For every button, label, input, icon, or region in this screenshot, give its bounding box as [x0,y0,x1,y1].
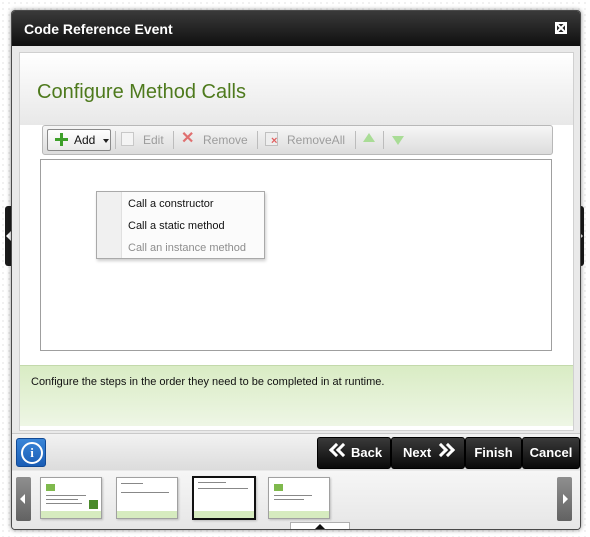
k2-logo [46,484,55,491]
toolbar-divider [355,131,356,149]
step-thumbnail-4[interactable] [268,477,330,519]
step-thumbnail-2[interactable] [116,477,178,519]
window-title: Code Reference Event [24,21,173,37]
thumb-line [198,482,226,483]
add-label: Add [74,133,96,147]
move-up-button[interactable] [362,130,378,150]
thumb-line [121,483,143,484]
add-button[interactable]: Add [47,129,111,151]
toolbar-divider [115,131,116,149]
info-bar: Configure the steps in the order they ne… [20,365,573,426]
move-down-button[interactable] [391,130,407,150]
thumbnails-scroll-left[interactable] [16,477,31,521]
method-toolbar: Add Edit ✕ Remove RemoveAll [42,125,553,155]
removeall-label: RemoveAll [287,133,346,147]
menu-item-call-instance-method: Call an instance method [128,242,247,254]
wizard-dialog: Code Reference Event Configure Method Ca… [11,10,581,530]
thumb-line [46,503,82,504]
step-thumbnail-1[interactable] [40,477,102,519]
k2-logo [274,484,283,491]
close-icon[interactable] [555,22,567,34]
thumbnails-collapse-toggle[interactable] [290,522,350,529]
finish-button[interactable]: Finish [465,437,522,469]
remove-all-icon [265,132,278,147]
thumb-footer [117,511,177,518]
thumb-graphic [89,500,98,509]
remove-icon: ✕ [181,130,195,147]
arrow-left-icon [20,494,25,504]
back-button[interactable]: Back [317,437,391,469]
info-button[interactable]: i [16,438,46,467]
thumb-footer [269,511,329,518]
step-thumbnail-3-active[interactable] [192,476,256,520]
button-bar: i Back Next Finish Cancel [12,433,580,470]
chevron-down-icon [103,139,109,143]
toolbar-divider [257,131,258,149]
thumb-footer [194,511,254,518]
thumb-line [46,495,86,496]
thumb-line [198,488,248,489]
page-title: Configure Method Calls [37,81,246,103]
info-icon: i [21,442,43,464]
arrow-right-icon [563,494,568,504]
menu-item-call-constructor[interactable]: Call a constructor [128,198,214,210]
toolbar-divider [383,131,384,149]
plus-icon [55,133,68,146]
info-text: Configure the steps in the order they ne… [31,376,385,388]
thumb-line [46,499,78,500]
arrow-up-icon [363,133,375,142]
toolbar-divider [173,131,174,149]
thumb-footer [41,511,101,518]
next-button[interactable]: Next [391,437,465,469]
removeall-button[interactable]: RemoveAll [265,130,351,150]
thumbnails-scroll-right[interactable] [557,477,572,521]
wizard-content: Configure Method Calls Add Edit ✕ Remove… [19,52,574,431]
arrow-down-icon [392,136,404,145]
thumb-line [274,495,312,496]
add-dropdown-menu: Call a constructor Call a static method … [96,191,265,259]
back-label: Back [351,445,383,460]
remove-label: Remove [203,133,248,147]
menu-item-call-static-method[interactable]: Call a static method [128,220,225,232]
next-label: Next [403,445,432,460]
edit-button[interactable]: Edit [121,130,169,150]
remove-button[interactable]: ✕ Remove [181,130,253,150]
cancel-button[interactable]: Cancel [522,437,580,469]
edit-icon [121,132,134,146]
menu-gutter [97,192,122,258]
thumb-line [121,492,169,493]
content-header: Configure Method Calls [20,53,573,125]
edit-label: Edit [143,133,164,147]
step-thumbnail-bar [12,471,580,529]
title-bar: Code Reference Event [12,11,580,46]
thumb-line [274,499,304,500]
